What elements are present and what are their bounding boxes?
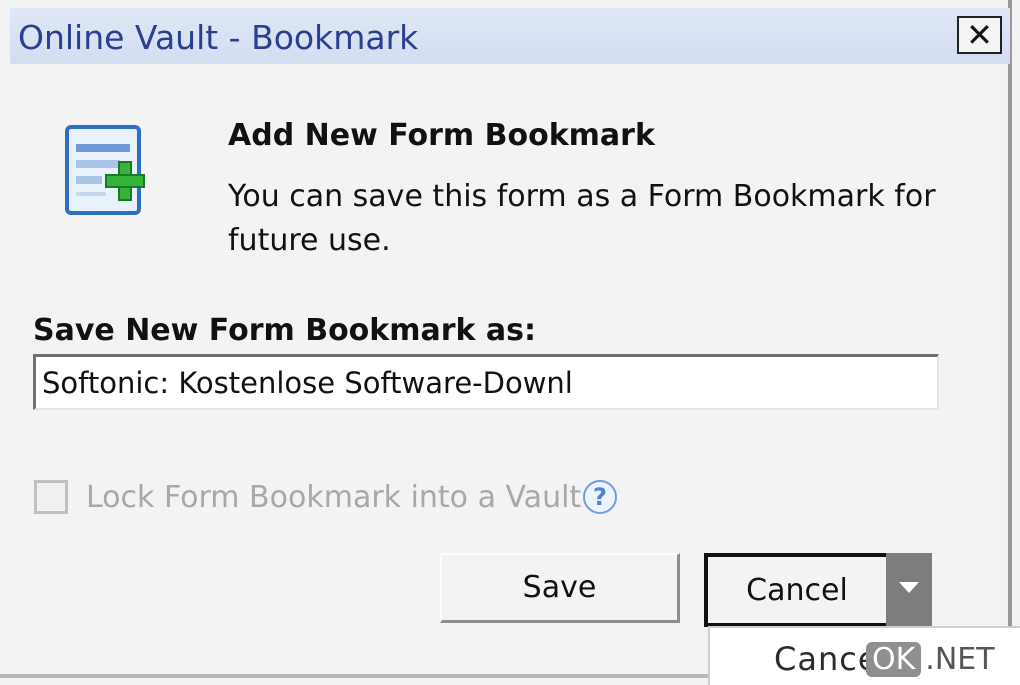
cancel-dropdown-button[interactable] [886, 553, 932, 627]
cancel-button-label: Cancel [746, 572, 848, 608]
save-button[interactable]: Save [440, 553, 680, 623]
watermark-ok: OK [866, 641, 922, 677]
close-icon: ✕ [966, 16, 993, 54]
bookmark-name-label: Save New Form Bookmark as: [33, 313, 537, 348]
help-glyph: ? [593, 483, 607, 511]
bookmark-name-input[interactable] [33, 354, 939, 410]
lock-vault-checkbox[interactable] [34, 480, 68, 514]
dialog-heading: Add New Form Bookmark [228, 118, 655, 153]
watermark: OK .NET [866, 637, 995, 681]
title-bar[interactable]: Online Vault - Bookmark [10, 8, 1010, 64]
bookmark-dialog: Online Vault - Bookmark ✕ Add New Form B… [0, 0, 1012, 678]
window-title: Online Vault - Bookmark [18, 18, 419, 57]
cancel-button[interactable]: Cancel [704, 553, 890, 627]
dialog-description: You can save this form as a Form Bookmar… [228, 179, 936, 258]
lock-vault-label: Lock Form Bookmark into a Vault [86, 480, 582, 515]
save-button-label: Save [522, 570, 597, 605]
watermark-suffix: .NET [925, 641, 995, 677]
close-button[interactable]: ✕ [957, 16, 1002, 54]
form-add-icon [65, 125, 145, 215]
chevron-down-icon [899, 581, 919, 593]
help-icon[interactable]: ? [583, 480, 617, 514]
